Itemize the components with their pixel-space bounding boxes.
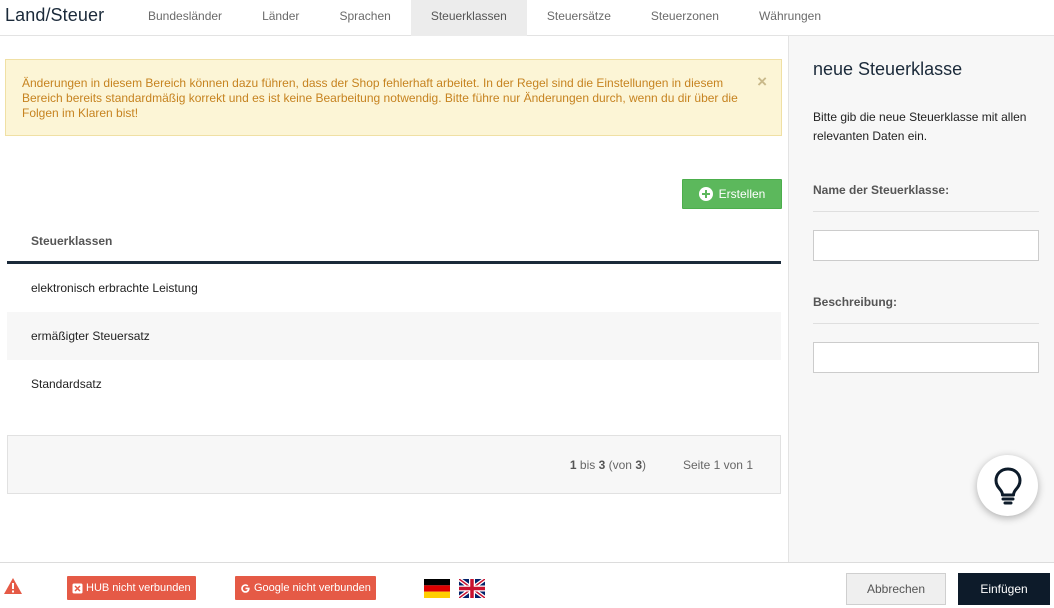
create-button[interactable]: Erstellen: [682, 179, 782, 209]
name-field-label: Name der Steuerklasse:: [813, 183, 1039, 212]
google-status-badge[interactable]: Google nicht verbunden: [235, 576, 376, 600]
pagination-page: Seite 1 von 1: [682, 458, 753, 472]
description-field-label: Beschreibung:: [813, 295, 1039, 324]
tab-steuerzonen[interactable]: Steuerzonen: [631, 0, 739, 36]
cancel-button[interactable]: Abbrechen: [846, 573, 946, 605]
tab-steuersaetze[interactable]: Steuersätze: [527, 0, 631, 36]
tax-class-name-input[interactable]: [813, 230, 1039, 261]
plus-circle-icon: [698, 187, 713, 201]
table-row[interactable]: elektronisch erbrachte Leistung: [7, 264, 781, 312]
tab-steuerklassen[interactable]: Steuerklassen: [410, 0, 527, 36]
create-button-label: Erstellen: [718, 187, 766, 201]
close-icon[interactable]: ×: [757, 73, 767, 90]
google-icon: [241, 583, 250, 593]
tab-bundeslaender[interactable]: Bundesländer: [128, 0, 242, 36]
page-title: Land/Steuer: [5, 5, 105, 25]
hub-status-label: HUB nicht verbunden: [86, 582, 191, 594]
panel-title: neue Steuerklasse: [813, 59, 963, 79]
warning-icon[interactable]: [3, 577, 23, 595]
tax-class-table: Steuerklassen elektronisch erbrachte Lei…: [7, 218, 781, 408]
pagination-bar: 1 bis 3 (von 3) Seite 1 von 1: [7, 435, 781, 494]
flag-de-icon[interactable]: [424, 579, 450, 598]
pagination-range: 1 bis 3 (von 3): [569, 458, 646, 472]
footer-bar: HUB nicht verbunden Google nicht verbund…: [0, 562, 1054, 608]
panel-description: Bitte gib die neue Steuerklasse mit alle…: [813, 110, 1027, 143]
alert-text: Änderungen in diesem Bereich können dazu…: [22, 76, 738, 120]
tab-waehrungen[interactable]: Währungen: [739, 0, 841, 36]
insert-button[interactable]: Einfügen: [958, 573, 1050, 605]
flag-uk-icon[interactable]: [459, 579, 485, 598]
description-input[interactable]: [813, 342, 1039, 373]
tab-sprachen[interactable]: Sprachen: [319, 0, 410, 36]
column-header-steuerklassen[interactable]: Steuerklassen: [7, 218, 781, 264]
warning-alert: Änderungen in diesem Bereich können dazu…: [5, 59, 782, 136]
lightbulb-icon: [994, 467, 1021, 504]
tab-bar: Bundesländer Länder Sprachen Steuerklass…: [128, 0, 841, 36]
help-button[interactable]: [977, 455, 1038, 516]
tab-laender[interactable]: Länder: [242, 0, 319, 36]
top-navigation-bar: Land/Steuer Bundesländer Länder Sprachen…: [0, 0, 1054, 36]
table-row[interactable]: Standardsatz: [7, 360, 781, 408]
hub-status-badge[interactable]: HUB nicht verbunden: [67, 576, 196, 600]
table-row[interactable]: ermäßigter Steuersatz: [7, 312, 781, 360]
hub-icon: [72, 583, 83, 593]
google-status-label: Google nicht verbunden: [254, 582, 371, 594]
